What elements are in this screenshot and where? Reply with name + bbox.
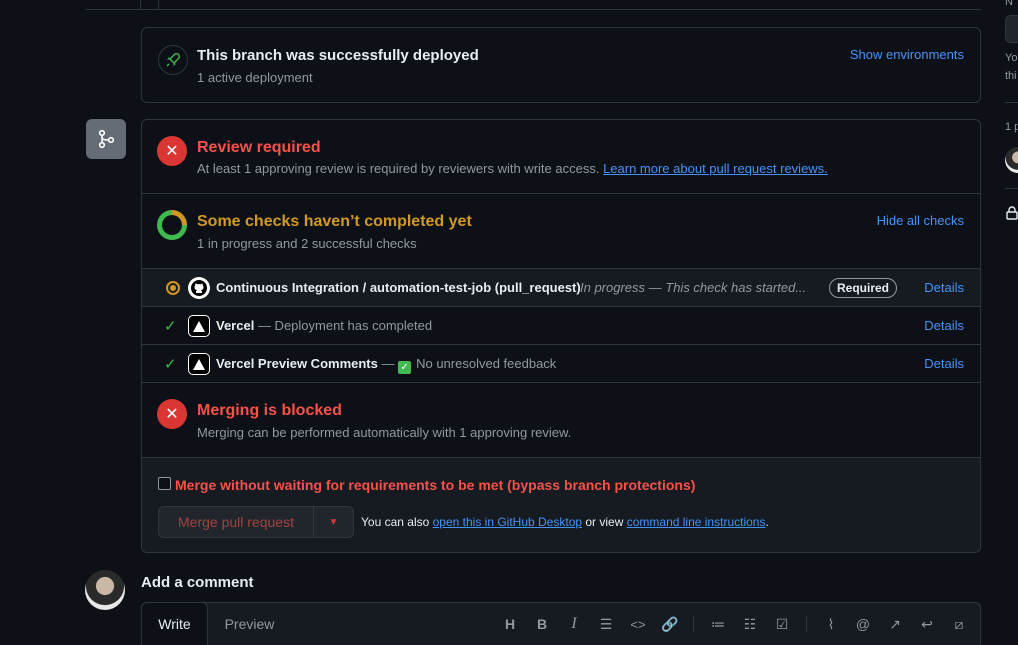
timeline-divider bbox=[86, 9, 981, 10]
review-required-title: Review required bbox=[197, 139, 321, 156]
deployment-subtitle: 1 active deployment bbox=[197, 70, 313, 85]
task-list-icon[interactable]: ☑ bbox=[772, 614, 792, 634]
sidebar-divider bbox=[1005, 102, 1018, 103]
check-status: In progress — This check has started... bbox=[580, 280, 807, 295]
code-icon[interactable]: <> bbox=[628, 614, 648, 634]
check-name: Vercel Preview Comments bbox=[216, 356, 378, 371]
also-text: You can also bbox=[361, 515, 433, 529]
italic-icon[interactable]: I bbox=[564, 614, 584, 634]
review-text: At least 1 approving review is required … bbox=[197, 161, 604, 176]
merge-status-box: ✕ Review required At least 1 approving r… bbox=[141, 119, 981, 553]
unordered-list-icon[interactable]: ☷ bbox=[740, 614, 760, 634]
check-icon: ✓ bbox=[164, 318, 177, 335]
in-progress-icon bbox=[166, 281, 180, 295]
sidebar-divider bbox=[1005, 188, 1018, 189]
open-github-desktop-link[interactable]: open this in GitHub Desktop bbox=[433, 515, 582, 529]
sidebar-fragment: Yo bbox=[1005, 52, 1018, 64]
bold-icon[interactable]: B bbox=[532, 614, 552, 634]
reply-icon[interactable]: ↩ bbox=[917, 614, 937, 634]
review-required-section: ✕ Review required At least 1 approving r… bbox=[142, 120, 980, 194]
sidebar-fragment: 1 p bbox=[1005, 121, 1018, 133]
cross-reference-icon[interactable]: ↗ bbox=[885, 614, 905, 634]
checks-progress-icon bbox=[157, 210, 187, 240]
checks-section: Some checks haven’t completed yet 1 in p… bbox=[142, 194, 980, 269]
timeline-divider-v2 bbox=[158, 0, 159, 9]
period-text: . bbox=[765, 515, 769, 529]
deployment-box: This branch was successfully deployed 1 … bbox=[141, 27, 981, 103]
check-row-ci: Continuous Integration / automation-test… bbox=[142, 269, 980, 307]
x-circle-icon: ✕ bbox=[157, 136, 187, 166]
x-circle-icon: ✕ bbox=[157, 399, 187, 429]
show-environments-link[interactable]: Show environments bbox=[850, 47, 964, 62]
check-status: No unresolved feedback bbox=[416, 356, 557, 371]
github-icon bbox=[188, 277, 210, 299]
reviewer-avatar[interactable] bbox=[1005, 147, 1018, 173]
command-line-instructions-link[interactable]: command line instructions bbox=[627, 515, 766, 529]
git-merge-icon bbox=[86, 119, 126, 159]
sidebar-fragment: thi bbox=[1005, 70, 1017, 82]
avatar[interactable] bbox=[85, 570, 125, 610]
tab-write[interactable]: Write bbox=[141, 602, 208, 645]
check-status-prefix: — bbox=[377, 356, 399, 371]
toolbar-divider bbox=[806, 616, 807, 632]
sidebar-button[interactable] bbox=[1005, 15, 1018, 43]
link-icon[interactable]: 🔗 bbox=[660, 614, 680, 634]
check-text: Vercel — Deployment has completed bbox=[216, 318, 432, 333]
mention-icon[interactable]: @ bbox=[853, 614, 873, 634]
heading-icon[interactable]: H bbox=[500, 614, 520, 634]
details-link[interactable]: Details bbox=[924, 280, 964, 295]
quote-icon[interactable]: ☰ bbox=[596, 614, 616, 634]
check-icon: ✓ bbox=[164, 356, 177, 373]
details-link[interactable]: Details bbox=[924, 318, 964, 333]
slash-command-icon[interactable]: ⧄ bbox=[949, 614, 969, 634]
merging-blocked-subtitle: Merging can be performed automatically w… bbox=[197, 425, 572, 440]
learn-more-reviews-link[interactable]: Learn more about pull request reviews. bbox=[603, 161, 828, 176]
required-badge: Required bbox=[829, 278, 898, 298]
add-comment-heading: Add a comment bbox=[141, 574, 254, 591]
merge-alt-text: You can also open this in GitHub Desktop… bbox=[361, 515, 769, 529]
check-name: Vercel bbox=[216, 318, 255, 333]
merging-blocked-section: ✕ Merging is blocked Merging can be perf… bbox=[142, 383, 980, 458]
merge-button-group: Merge pull request ▼ bbox=[158, 506, 354, 538]
checks-subtitle: 1 in progress and 2 successful checks bbox=[197, 236, 417, 251]
details-link[interactable]: Details bbox=[924, 356, 964, 371]
rocket-icon bbox=[158, 45, 188, 75]
lock-icon bbox=[1006, 206, 1018, 223]
check-name: Continuous Integration / automation-test… bbox=[216, 280, 581, 295]
timeline-divider-v1 bbox=[140, 0, 141, 9]
check-row-vercel: ✓ Vercel — Deployment has completed Deta… bbox=[142, 307, 980, 345]
chevron-down-icon[interactable]: ▼ bbox=[314, 507, 353, 537]
checks-title: Some checks haven’t completed yet bbox=[197, 213, 472, 230]
check-status: — Deployment has completed bbox=[254, 318, 433, 333]
check-row-vercel-preview: ✓ Vercel Preview Comments — ✓ No unresolv… bbox=[142, 345, 980, 383]
sidebar-fragment: N bbox=[1005, 0, 1013, 8]
toolbar-divider bbox=[693, 616, 694, 632]
merge-pull-request-button[interactable]: Merge pull request bbox=[159, 507, 314, 537]
ordered-list-icon[interactable]: ≔ bbox=[708, 614, 728, 634]
green-check-emoji-icon: ✓ bbox=[398, 361, 412, 374]
bypass-checkbox[interactable] bbox=[158, 477, 171, 490]
sidebar-edge bbox=[988, 0, 989, 645]
hide-all-checks-link[interactable]: Hide all checks bbox=[877, 213, 964, 228]
vercel-icon bbox=[188, 315, 210, 337]
bypass-label: Merge without waiting for requirements t… bbox=[175, 477, 696, 493]
comment-editor: Write Preview H B I ☰ <> 🔗 ≔ ☷ ☑ ⌇ @ ↗ ↩… bbox=[141, 602, 981, 645]
paperclip-icon[interactable]: ⌇ bbox=[821, 614, 841, 634]
or-view-text: or view bbox=[582, 515, 627, 529]
deployment-title: This branch was successfully deployed bbox=[197, 47, 479, 64]
tab-preview[interactable]: Preview bbox=[212, 603, 287, 645]
check-text: Vercel Preview Comments — ✓ No unresolved… bbox=[216, 356, 556, 374]
vercel-icon bbox=[188, 353, 210, 375]
review-required-text: At least 1 approving review is required … bbox=[197, 161, 828, 176]
merging-blocked-title: Merging is blocked bbox=[197, 402, 342, 419]
merge-actions-section: Merge without waiting for requirements t… bbox=[142, 458, 980, 552]
